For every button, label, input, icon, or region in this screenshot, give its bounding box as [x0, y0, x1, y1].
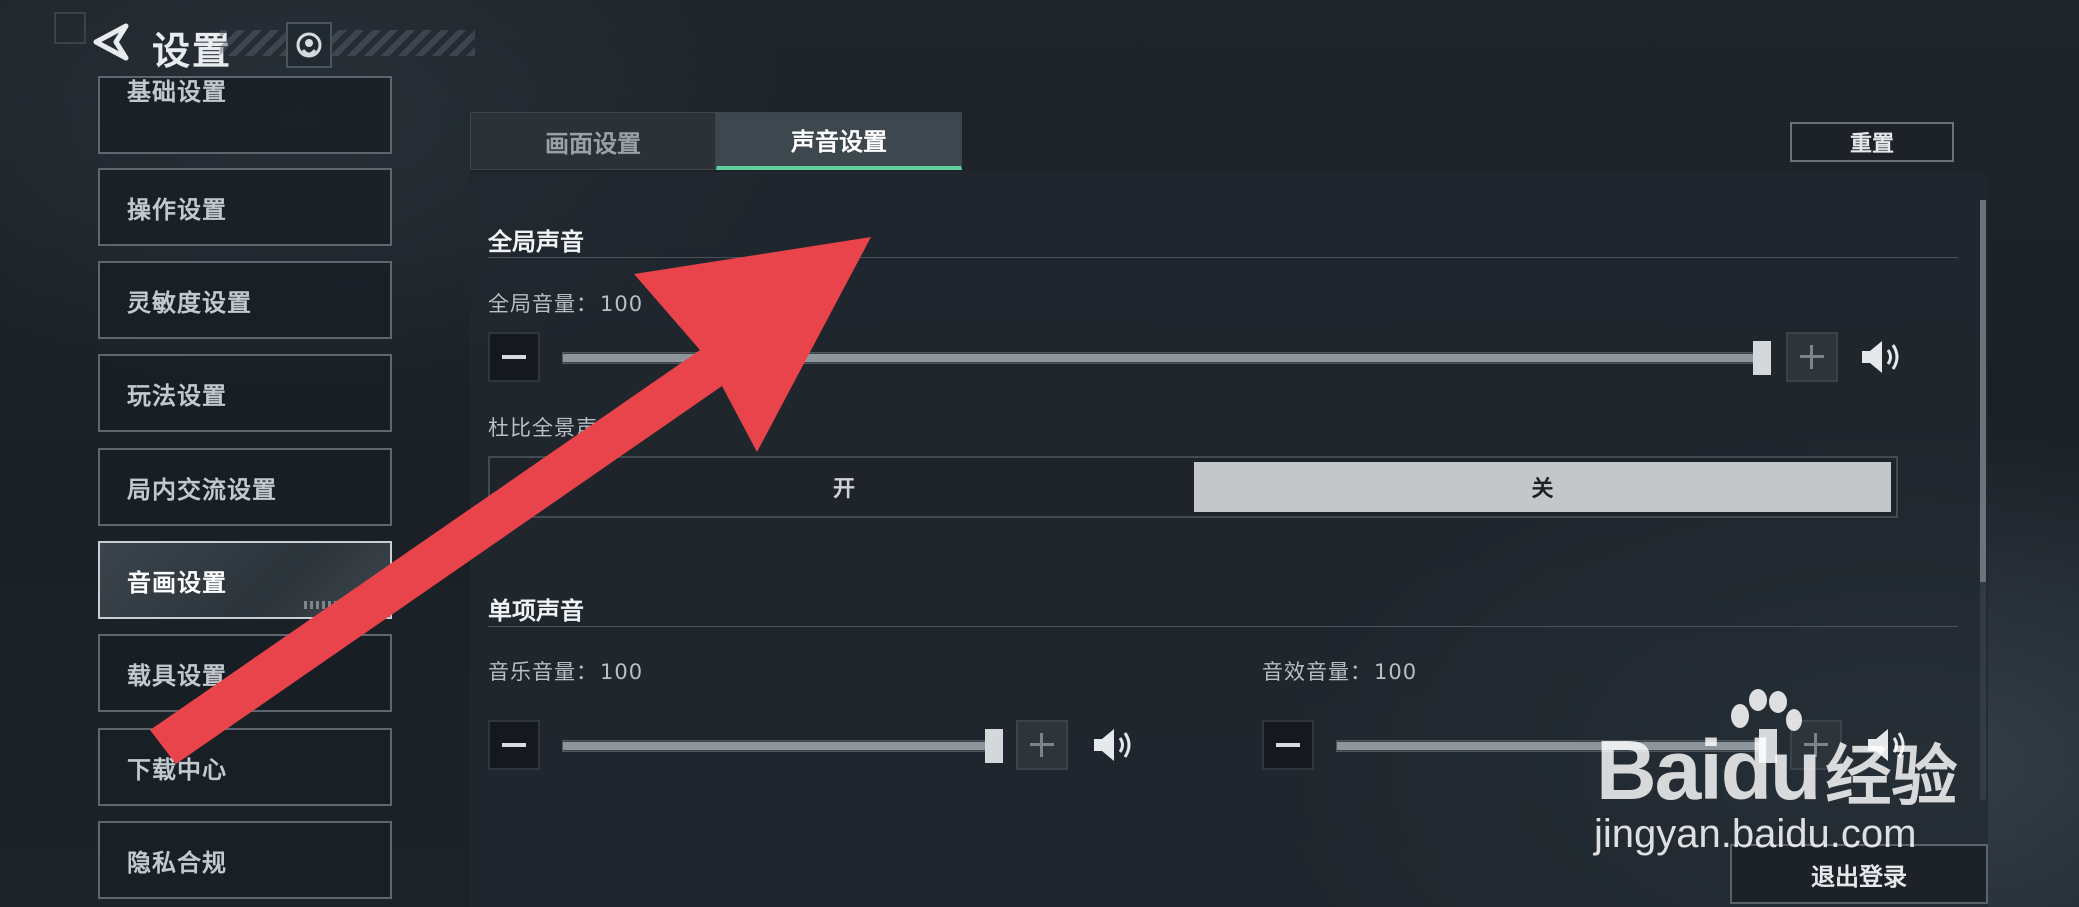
tab-bar: 画面设置 声音设置 重置	[470, 112, 1988, 172]
sidebar-item-gameplay[interactable]: 玩法设置	[98, 354, 392, 432]
baidu-watermark-logo: Baidu经验	[1596, 722, 1957, 819]
sfx-volume-value: 100	[1374, 660, 1418, 684]
dolby-off-option[interactable]: 关	[1194, 462, 1891, 512]
global-volume-increase-button[interactable]	[1786, 332, 1838, 382]
global-volume-caption: 全局音量：	[488, 292, 598, 316]
sidebar-item-label: 载具设置	[127, 661, 227, 690]
speaker-icon[interactable]	[1858, 337, 1904, 377]
sidebar-item-communication[interactable]: 局内交流设置	[98, 448, 392, 526]
watermark-logo-cn: 经验	[1825, 739, 1958, 813]
tab-display-settings[interactable]: 画面设置	[470, 112, 716, 170]
slider-fill	[563, 742, 995, 750]
reset-button[interactable]: 重置	[1790, 122, 1954, 162]
sfx-volume-label: 音效音量：100	[1262, 656, 1417, 686]
scrollbar-thumb[interactable]	[1980, 200, 1986, 582]
minus-icon	[502, 355, 526, 359]
music-volume-caption: 音乐音量：	[488, 660, 598, 684]
plus-icon	[1030, 733, 1054, 757]
sidebar-item-label: 操作设置	[127, 195, 227, 224]
sidebar-item-label: 基础设置	[127, 77, 227, 106]
sidebar-item-label: 下载中心	[127, 755, 227, 784]
global-volume-slider[interactable]	[562, 352, 1763, 364]
watermark-url: jingyan.baidu.com	[1594, 812, 1917, 856]
sidebar-item-label: 局内交流设置	[127, 475, 277, 504]
tab-label: 声音设置	[791, 128, 887, 156]
settings-screen: 设置 基础设置 操作设置 灵敏度设置 玩法设置 局内交流设置 音画设置 载具设置	[0, 0, 2079, 907]
corner-frame-decoration	[54, 12, 86, 44]
music-volume-slider[interactable]	[562, 740, 995, 752]
watermark-logo-text: Bai	[1596, 723, 1723, 817]
sidebar-item-audio-video[interactable]: 音画设置	[98, 541, 392, 619]
global-volume-decrease-button[interactable]	[488, 332, 540, 382]
sidebar-item-label: 灵敏度设置	[127, 288, 252, 317]
dolby-atmos-toggle: 开 关	[488, 456, 1898, 518]
sidebar-item-sensitivity[interactable]: 灵敏度设置	[98, 261, 392, 339]
music-volume-label: 音乐音量：100	[488, 656, 643, 686]
tab-label: 画面设置	[545, 129, 641, 158]
sidebar-item-downloads[interactable]: 下载中心	[98, 728, 392, 806]
global-volume-slider-handle[interactable]	[1753, 341, 1771, 375]
dolby-atmos-label: 杜比全景声	[488, 416, 598, 440]
watermark-logo-text-2: du	[1720, 723, 1822, 817]
music-volume-decrease-button[interactable]	[488, 720, 540, 770]
music-volume-increase-button[interactable]	[1016, 720, 1068, 770]
section-divider	[488, 257, 1958, 258]
section-divider	[488, 626, 1958, 627]
tab-sound-settings[interactable]: 声音设置	[716, 112, 962, 170]
sidebar-item-label: 音画设置	[127, 568, 227, 597]
sidebar-item-label: 隐私合规	[127, 848, 227, 877]
global-sound-heading: 全局声音	[488, 228, 584, 256]
sfx-volume-caption: 音效音量：	[1262, 660, 1372, 684]
minus-icon	[1276, 743, 1300, 747]
sidebar-item-controls[interactable]: 操作设置	[98, 168, 392, 246]
slider-fill	[563, 354, 1763, 362]
sidebar-item-privacy[interactable]: 隐私合规	[98, 821, 392, 899]
global-volume-label: 全局音量：100	[488, 288, 643, 318]
sidebar-item-label: 玩法设置	[127, 381, 227, 410]
sfx-volume-decrease-button[interactable]	[1262, 720, 1314, 770]
sidebar-item-vehicle[interactable]: 载具设置	[98, 634, 392, 712]
minus-icon	[502, 743, 526, 747]
dolby-on-option[interactable]: 开	[494, 462, 1194, 512]
global-volume-value: 100	[600, 292, 644, 316]
settings-sidebar: 基础设置 操作设置 灵敏度设置 玩法设置 局内交流设置 音画设置 载具设置 下载…	[98, 0, 396, 907]
speaker-icon[interactable]	[1090, 725, 1136, 765]
plus-icon	[1800, 345, 1824, 369]
individual-sound-heading: 单项声音	[488, 597, 584, 625]
sidebar-item-basic[interactable]: 基础设置	[98, 76, 392, 154]
music-volume-slider-handle[interactable]	[985, 729, 1003, 763]
music-volume-value: 100	[600, 660, 644, 684]
